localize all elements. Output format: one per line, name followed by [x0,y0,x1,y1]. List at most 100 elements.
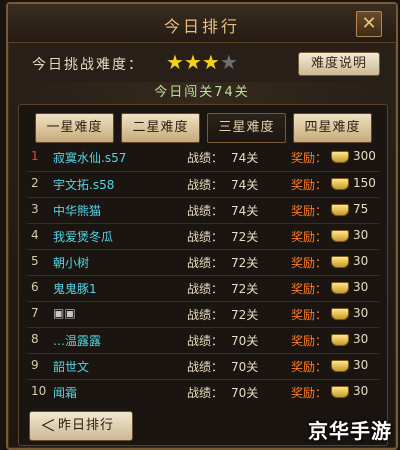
gold-ingot-icon [331,230,349,242]
score-value: 72关 [231,282,259,296]
rank-number: 8 [31,332,39,346]
gold-ingot-icon [331,334,349,346]
rank-number: 2 [31,176,39,190]
rank-number: 4 [31,228,39,242]
reward-label: 奖励： [291,334,328,348]
reward-label: 奖励： [291,386,328,400]
table-row[interactable]: 10 闻霜 战绩： 70关 奖励： 30 [27,379,379,404]
chevron-left-icon: ＜ [40,416,58,435]
score-value: 74关 [231,204,259,218]
reward-value: 150 [353,176,376,190]
today-pass-summary: 今日闯关74关 [8,82,396,104]
table-row[interactable]: 9 韶世文 战绩： 70关 奖励： 30 [27,353,379,378]
leaderboard-window: 今日排行 ✕ 今日挑战难度： ★★★★ 难度说明 今日闯关74关 一星难度 二星… [6,2,398,450]
rank-number: 7 [31,306,39,320]
reward-value: 30 [353,384,369,398]
table-row[interactable]: 8 …温露露 战绩： 70关 奖励： 30 [27,327,379,352]
gold-ingot-icon [331,256,349,268]
reward-label: 奖励： [291,151,328,165]
player-name: 韶世文 [53,360,90,374]
score-value: 74关 [231,178,259,192]
score-label: 战绩： [187,360,224,374]
reward-value: 75 [353,202,369,216]
table-row[interactable]: 3 中华熊猫 战绩： 74关 奖励： 75 [27,197,379,222]
player-name: 我爱煲冬瓜 [53,230,114,244]
score-label: 战绩： [187,256,224,270]
difficulty-row: 今日挑战难度： ★★★★ 难度说明 [8,48,396,78]
gold-ingot-icon [331,360,349,372]
gold-ingot-icon [331,282,349,294]
reward-label: 奖励： [291,204,328,218]
gold-ingot-icon [331,151,349,163]
tab-one-star[interactable]: 一星难度 [35,113,114,143]
score-value: 74关 [231,151,259,165]
table-row[interactable]: 2 宇文拓.s58 战绩： 74关 奖励： 150 [27,171,379,196]
table-row[interactable]: 7 ▣▣ 战绩： 72关 奖励： 30 [27,301,379,326]
rank-number: 9 [31,358,39,372]
score-value: 70关 [231,386,259,400]
ranking-table: 1 寂寞水仙.s57 战绩： 74关 奖励： 300 2 宇文拓.s58 战绩：… [27,145,379,407]
rank-number: 10 [31,384,47,398]
watermark-logo: 京华手游 [308,419,392,443]
tab-three-star[interactable]: 三星难度 [207,113,286,143]
reward-value: 30 [353,332,369,346]
yesterday-ranking-button[interactable]: ＜ 昨日排行 [29,411,133,441]
reward-value: 30 [353,306,369,320]
close-icon[interactable]: ✕ [356,11,382,37]
score-value: 72关 [231,230,259,244]
star-icon: ★ [166,50,184,74]
score-value: 70关 [231,360,259,374]
player-name: …温露露 [53,334,102,348]
score-value: 70关 [231,334,259,348]
score-label: 战绩： [187,282,224,296]
player-name: ▣▣ [53,306,76,320]
reward-value: 30 [353,254,369,268]
table-row[interactable]: 4 我爱煲冬瓜 战绩： 72关 奖励： 30 [27,223,379,248]
score-label: 战绩： [187,334,224,348]
window-title: 今日排行 [163,17,240,36]
title-bar: 今日排行 ✕ [8,4,396,43]
difficulty-stars: ★★★★ [166,52,238,73]
reward-label: 奖励： [291,308,328,322]
gold-ingot-icon [331,178,349,190]
tab-four-star[interactable]: 四星难度 [293,113,372,143]
tab-two-star[interactable]: 二星难度 [121,113,200,143]
player-name: 鬼鬼豚1 [53,282,97,296]
rank-number: 6 [31,280,39,294]
score-value: 72关 [231,308,259,322]
table-row[interactable]: 5 朝小树 战绩： 72关 奖励： 30 [27,249,379,274]
score-label: 战绩： [187,178,224,192]
gold-ingot-icon [331,204,349,216]
reward-value: 30 [353,280,369,294]
table-row[interactable]: 6 鬼鬼豚1 战绩： 72关 奖励： 30 [27,275,379,300]
star-icon: ★ [201,50,220,74]
score-label: 战绩： [187,151,224,165]
reward-label: 奖励： [291,178,328,192]
player-name: 宇文拓.s58 [53,178,115,192]
reward-label: 奖励： [291,282,328,296]
difficulty-label: 今日挑战难度： [32,57,144,73]
player-name: 闻霜 [53,386,78,400]
player-name: 中华熊猫 [53,204,102,218]
star-icon: ★ [183,50,202,74]
reward-label: 奖励： [291,360,328,374]
reward-label: 奖励： [291,230,328,244]
reward-value: 30 [353,228,369,242]
reward-value: 300 [353,149,376,163]
rank-number: 1 [31,149,39,163]
score-label: 战绩： [187,386,224,400]
gold-ingot-icon [331,308,349,320]
score-label: 战绩： [187,204,224,218]
rank-number: 5 [31,254,39,268]
player-name: 朝小树 [53,256,90,270]
difficulty-help-button[interactable]: 难度说明 [298,52,380,76]
star-empty-icon: ★ [219,50,238,74]
score-value: 72关 [231,256,259,270]
player-name: 寂寞水仙.s57 [53,151,127,165]
yesterday-ranking-label: 昨日排行 [58,418,115,433]
reward-value: 30 [353,358,369,372]
rank-number: 3 [31,202,39,216]
reward-label: 奖励： [291,256,328,270]
table-row[interactable]: 1 寂寞水仙.s57 战绩： 74关 奖励： 300 [27,145,379,169]
gold-ingot-icon [331,386,349,398]
